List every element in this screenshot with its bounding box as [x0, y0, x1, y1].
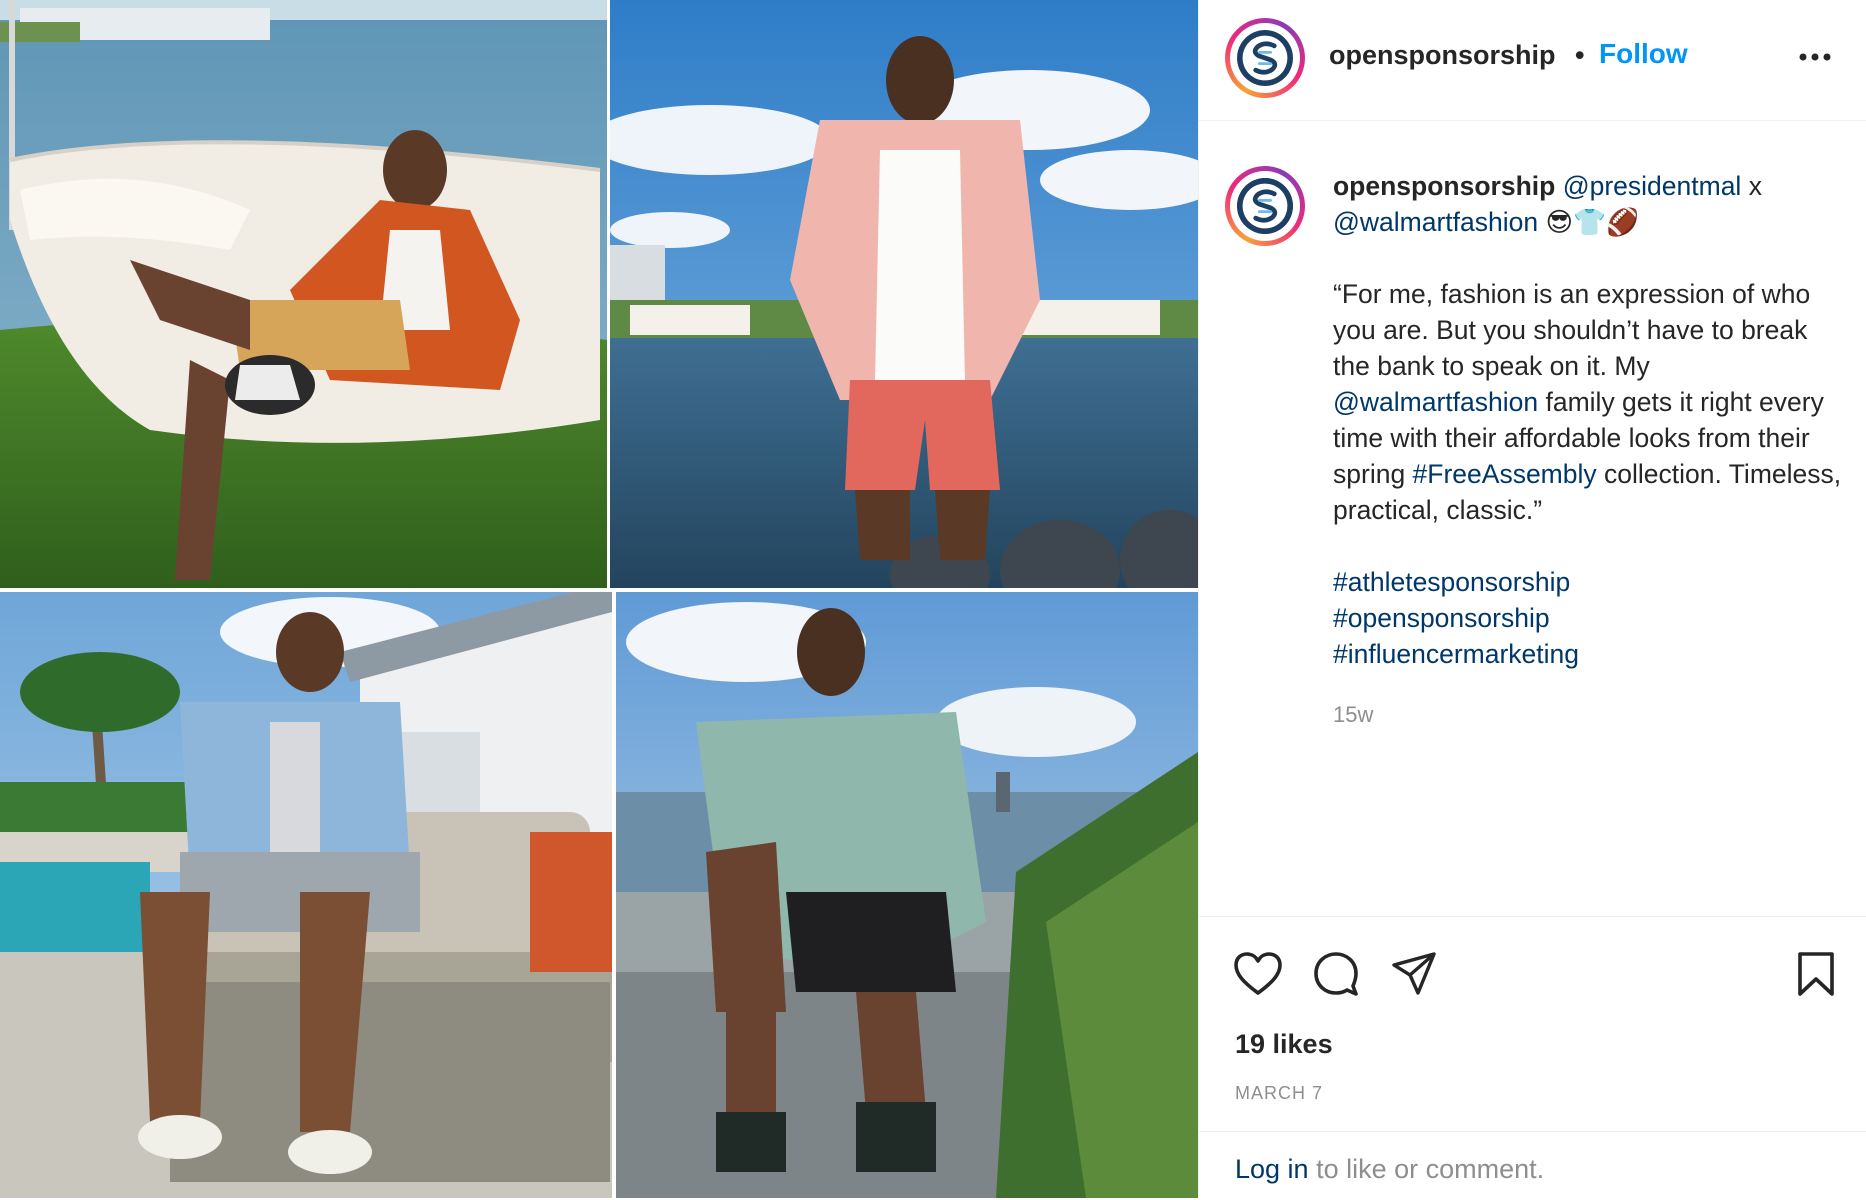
- caption-connector: x: [1741, 171, 1762, 201]
- photo-hammock: [0, 0, 607, 588]
- hashtag-opensponsorship[interactable]: #opensponsorship: [1333, 603, 1550, 633]
- opensponsorship-logo: [1237, 30, 1293, 86]
- photo-dock: [610, 0, 1198, 588]
- post-actions: 19 likes MARCH 7 Log in to like or comme…: [1199, 916, 1866, 1199]
- login-prompt: Log in to like or comment.: [1199, 1131, 1866, 1200]
- quote-mention-walmartfashion[interactable]: @walmartfashion: [1333, 387, 1538, 417]
- header-username[interactable]: opensponsorship: [1329, 40, 1556, 71]
- hashtag-influencermarketing[interactable]: #influencermarketing: [1333, 639, 1579, 669]
- send-icon[interactable]: [1391, 951, 1437, 997]
- opensponsorship-logo: [1237, 178, 1293, 234]
- header-separator: •: [1575, 40, 1585, 70]
- mention-walmartfashion[interactable]: @walmartfashion: [1333, 207, 1538, 237]
- hashtag-athletesponsorship[interactable]: #athletesponsorship: [1333, 567, 1570, 597]
- caption-time-ago[interactable]: 15w: [1333, 702, 1373, 728]
- comment-icon[interactable]: [1313, 951, 1359, 997]
- quote-text-1: “For me, fashion is an expression of who…: [1333, 279, 1811, 381]
- avatar[interactable]: [1225, 18, 1305, 98]
- post-date[interactable]: MARCH 7: [1235, 1083, 1323, 1104]
- login-link[interactable]: Log in: [1235, 1154, 1309, 1184]
- post-header: opensponsorship • Follow: [1199, 0, 1866, 121]
- bookmark-icon[interactable]: [1797, 951, 1835, 997]
- hashtag-freeassembly[interactable]: #FreeAssembly: [1413, 459, 1597, 489]
- more-options-icon[interactable]: [1795, 42, 1835, 72]
- photo-seated: [616, 592, 1198, 1198]
- login-prompt-text: to like or comment.: [1308, 1154, 1545, 1184]
- likes-count[interactable]: 19 likes: [1235, 1029, 1333, 1060]
- post-media-grid[interactable]: [0, 0, 1198, 1198]
- caption-emojis: 😎👕🏈: [1545, 207, 1640, 237]
- photo-sofa: [0, 592, 612, 1198]
- heart-icon[interactable]: [1233, 951, 1283, 997]
- follow-button[interactable]: Follow: [1599, 38, 1688, 70]
- post-caption: opensponsorship @presidentmal x @walmart…: [1199, 120, 1866, 920]
- mention-presidentmal[interactable]: @presidentmal: [1563, 171, 1742, 201]
- caption-username[interactable]: opensponsorship: [1333, 171, 1555, 201]
- caption-avatar[interactable]: [1225, 166, 1305, 246]
- post-side-panel: opensponsorship • Follow opensponsorship…: [1198, 0, 1866, 1198]
- caption-text: opensponsorship @presidentmal x @walmart…: [1333, 168, 1843, 672]
